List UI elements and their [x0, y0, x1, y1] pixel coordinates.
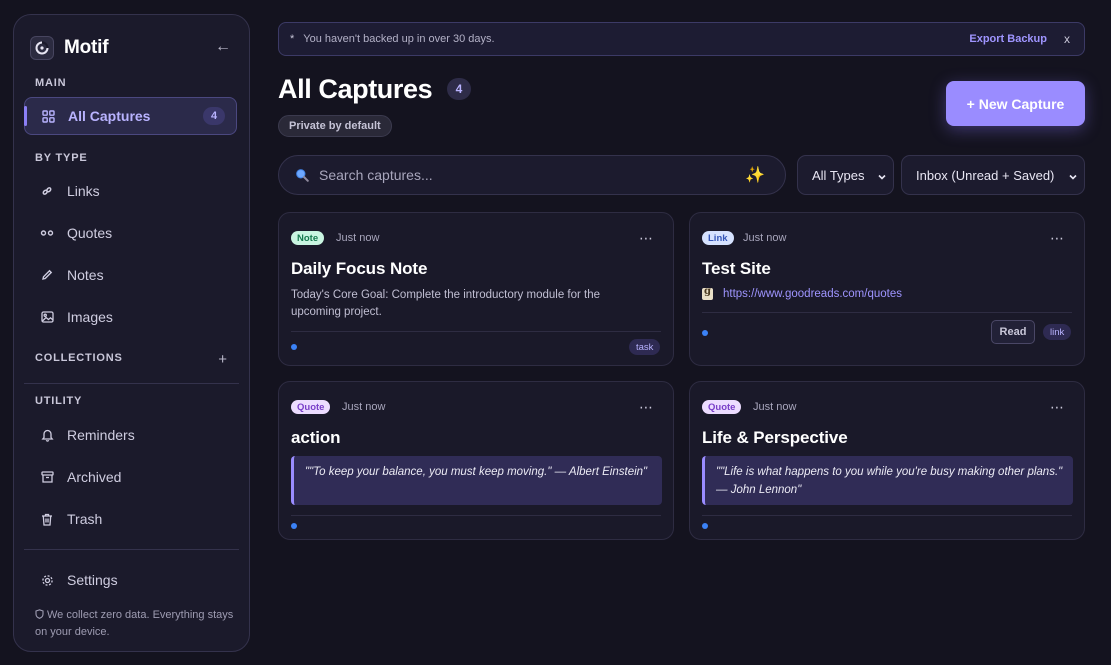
sidebar-item-quotes[interactable]: Quotes	[24, 214, 237, 252]
sidebar-item-reminders[interactable]: Reminders	[24, 416, 237, 454]
tag-link[interactable]: link	[1043, 324, 1072, 340]
type-badge-quote: Quote	[291, 400, 331, 414]
banner-message: You haven't backed up in over 30 days.	[303, 33, 495, 45]
unread-dot	[702, 523, 708, 529]
type-filter-value: All Types	[812, 167, 865, 183]
type-badge-quote: Quote	[702, 400, 742, 414]
search-placeholder: Search captures...	[319, 167, 433, 183]
image-icon	[40, 310, 54, 324]
type-filter-select[interactable]: All Types	[797, 155, 894, 195]
capture-card-note[interactable]: Note Just now ⋯ Daily Focus Note Today's…	[278, 212, 674, 366]
card-divider	[291, 515, 661, 516]
sidebar-item-label: Settings	[67, 572, 118, 588]
sidebar-item-links[interactable]: Links	[24, 172, 237, 210]
page-title: All Captures	[278, 74, 433, 104]
privacy-note-text: We collect zero data. Everything stays o…	[35, 609, 234, 638]
timestamp: Just now	[743, 232, 787, 244]
sidebar-item-label: Archived	[67, 469, 122, 485]
more-options-icon[interactable]: ⋯	[639, 231, 654, 245]
new-capture-button[interactable]: + New Capture	[946, 81, 1085, 126]
search-input[interactable]: Search captures... ✨	[278, 155, 786, 195]
card-title: Life & Perspective	[702, 428, 848, 447]
quote-icon	[40, 226, 54, 240]
tag-task[interactable]: task	[629, 339, 661, 355]
trash-icon	[40, 512, 54, 526]
sidebar-item-label: Notes	[67, 267, 104, 283]
sidebar-item-label: Quotes	[67, 225, 113, 241]
sidebar-item-all-captures[interactable]: All Captures 4	[24, 97, 237, 135]
privacy-pill: Private by default	[278, 115, 392, 137]
unread-dot	[702, 330, 708, 336]
bell-icon	[40, 428, 54, 442]
sidebar-item-images[interactable]: Images	[24, 298, 237, 336]
archive-icon	[40, 470, 54, 484]
more-options-icon[interactable]: ⋯	[1050, 400, 1065, 414]
link-row[interactable]: https://www.goodreads.com/quotes	[702, 286, 902, 300]
view-filter-value: Inbox (Unread + Saved)	[916, 167, 1055, 183]
sidebar-item-archived[interactable]: Archived	[24, 458, 237, 496]
divider	[24, 549, 239, 550]
type-badge-note: Note	[291, 231, 325, 245]
sidebar: Motif ← MAIN All Captures 4 BY TYPE Link…	[13, 14, 250, 652]
sidebar-item-label: Images	[67, 309, 113, 325]
divider	[24, 383, 239, 384]
card-divider	[702, 312, 1072, 313]
section-label-collections: COLLECTIONS	[35, 352, 123, 364]
more-options-icon[interactable]: ⋯	[639, 400, 654, 414]
view-filter-select[interactable]: Inbox (Unread + Saved)	[901, 155, 1085, 195]
app-name: Motif	[64, 37, 109, 58]
timestamp: Just now	[342, 401, 386, 413]
quote-text: ""To keep your balance, you must keep mo…	[291, 456, 662, 505]
unread-dot	[291, 344, 297, 350]
pencil-icon	[40, 268, 54, 282]
type-badge-link: Link	[702, 231, 734, 245]
sidebar-item-label: Trash	[67, 511, 103, 527]
search-icon	[295, 168, 309, 182]
sidebar-item-label: Links	[67, 183, 100, 199]
gear-icon	[40, 573, 54, 587]
close-icon[interactable]: x	[1064, 32, 1070, 46]
backup-banner: * You haven't backed up in over 30 days.…	[278, 22, 1085, 56]
quote-text: ""Life is what happens to you while you'…	[702, 456, 1073, 505]
favicon-icon	[702, 286, 713, 300]
capture-card-quote[interactable]: Quote Just now ⋯ Life & Perspective ""Li…	[689, 381, 1085, 540]
chevron-down-icon	[877, 170, 887, 185]
sidebar-item-settings[interactable]: Settings	[24, 561, 237, 599]
sidebar-item-trash[interactable]: Trash	[24, 500, 237, 538]
grid-icon	[41, 109, 55, 123]
section-label-main: MAIN	[35, 77, 67, 89]
sidebar-item-label: Reminders	[67, 427, 135, 443]
sidebar-item-notes[interactable]: Notes	[24, 256, 237, 294]
sparkle-icon[interactable]: ✨	[745, 165, 765, 185]
card-divider	[291, 331, 661, 332]
sidebar-item-label: All Captures	[68, 108, 151, 124]
capture-card-link[interactable]: Link Just now ⋯ Test Site https://www.go…	[689, 212, 1085, 366]
capture-count-badge: 4	[447, 78, 471, 100]
section-label-by-type: BY TYPE	[35, 152, 88, 164]
link-icon	[40, 184, 54, 198]
count-badge: 4	[203, 107, 225, 125]
read-button[interactable]: Read	[991, 320, 1035, 344]
link-url[interactable]: https://www.goodreads.com/quotes	[723, 288, 902, 300]
unread-dot	[291, 523, 297, 529]
timestamp: Just now	[336, 232, 380, 244]
export-backup-link[interactable]: Export Backup	[969, 33, 1047, 45]
motif-logo-icon	[30, 36, 54, 60]
asterisk-icon: *	[290, 33, 295, 45]
card-title: action	[291, 428, 341, 447]
add-collection-button[interactable]: +	[218, 351, 227, 368]
shield-icon	[35, 608, 44, 624]
brand[interactable]: Motif	[30, 35, 109, 61]
card-body: Today's Core Goal: Complete the introduc…	[291, 289, 601, 318]
card-divider	[702, 515, 1072, 516]
card-title: Daily Focus Note	[291, 259, 428, 278]
more-options-icon[interactable]: ⋯	[1050, 231, 1065, 245]
timestamp: Just now	[753, 401, 797, 413]
collapse-sidebar-icon[interactable]: ←	[215, 39, 231, 55]
capture-card-quote[interactable]: Quote Just now ⋯ action ""To keep your b…	[278, 381, 674, 540]
card-title: Test Site	[702, 259, 771, 278]
privacy-note: We collect zero data. Everything stays o…	[35, 607, 235, 640]
chevron-down-icon	[1068, 170, 1078, 185]
section-label-utility: UTILITY	[35, 395, 83, 407]
